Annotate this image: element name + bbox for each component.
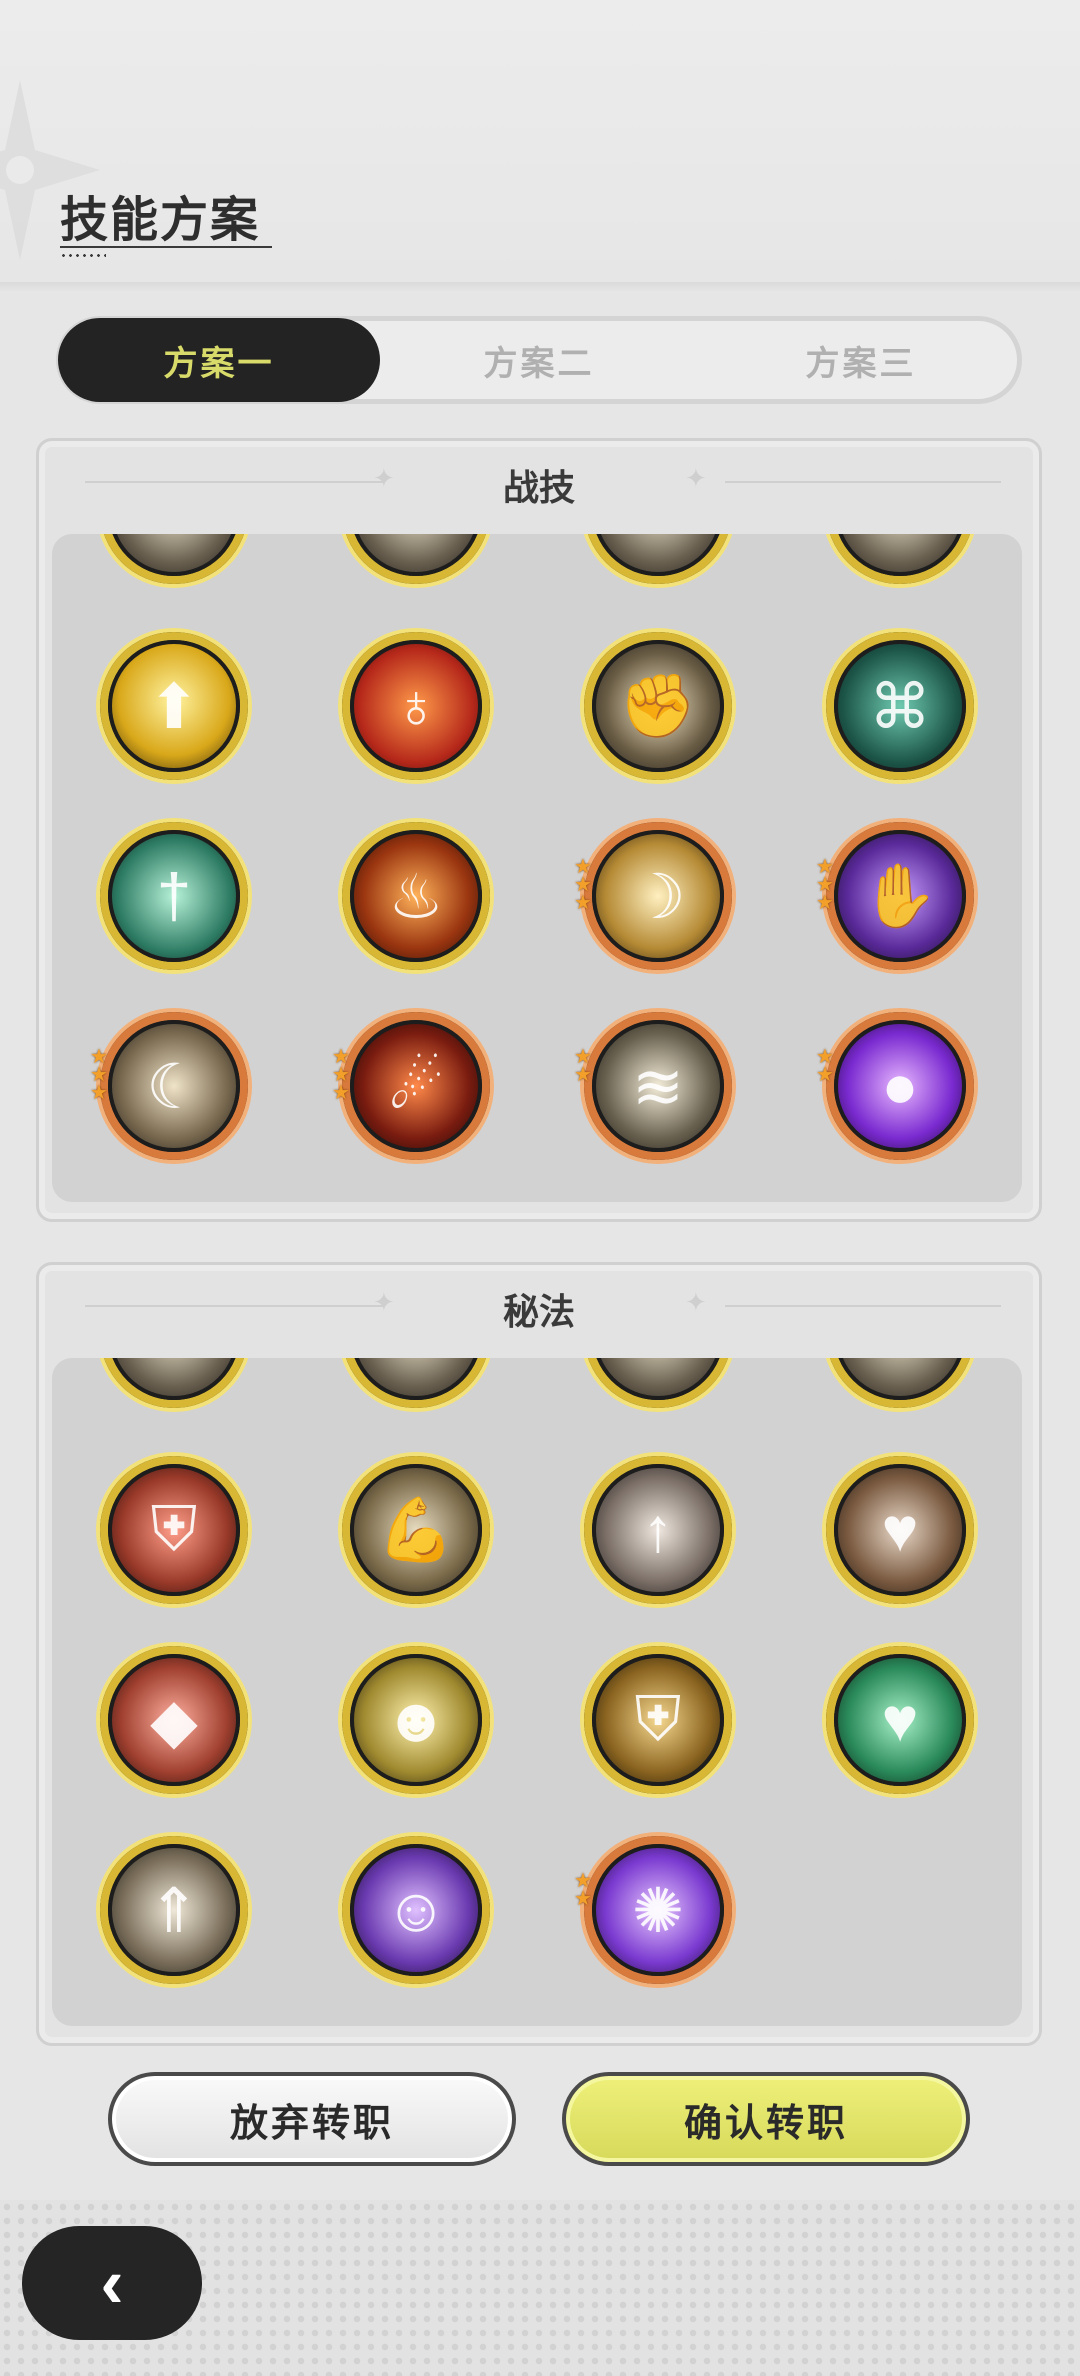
partial-skill-icon — [592, 534, 724, 576]
partial-skill-icon — [350, 1358, 482, 1400]
partial-skill-icon — [834, 534, 966, 576]
sword-boost-icon: ⇑ — [108, 1844, 240, 1976]
skill-slot[interactable]: ⛨ — [100, 1456, 248, 1604]
red-armor-icon: ⛨ — [108, 1464, 240, 1596]
purple-flame-orb-icon: ● — [834, 1020, 966, 1152]
section-title-secret: 秘法 — [502, 1291, 575, 1332]
skill-slot[interactable]: ✺ ★ ★ — [574, 1836, 732, 1984]
skill-slot[interactable] — [100, 1358, 248, 1408]
red-crescent-slash-icon: ☄ — [350, 1020, 482, 1152]
confirm-job-change-button[interactable]: 确认转职 — [562, 2072, 970, 2166]
skill-slot[interactable]: ♥ — [826, 1456, 974, 1604]
skill-slot[interactable]: ♥ — [826, 1646, 974, 1794]
section-title-combat: 战技 — [502, 467, 575, 508]
skill-slot[interactable]: ⇑ — [100, 1836, 248, 1984]
purple-orb-icon: ✺ — [592, 1844, 724, 1976]
rarity-stars-icon: ★ ★ — [574, 1046, 592, 1086]
thorn-sword-icon: ☾ — [108, 1020, 240, 1152]
skill-slot[interactable]: ◆ — [100, 1646, 248, 1794]
skill-slot[interactable]: † — [100, 822, 248, 970]
title-dots — [60, 254, 106, 257]
wind-slash-icon: ≋ — [592, 1020, 724, 1152]
skill-slot[interactable]: ≋ ★ ★ — [574, 1012, 732, 1160]
partial-skill-icon — [108, 534, 240, 576]
strike-impact-icon: ✊ — [592, 640, 724, 772]
glowing-figure-icon: ☻ — [350, 1654, 482, 1786]
rarity-stars-icon: ★ ★ — [816, 1046, 834, 1086]
golden-shield-buff-icon: ⬆ — [108, 640, 240, 772]
sparkle-icon: ✦ — [685, 463, 707, 493]
skill-slot[interactable]: ☽ ★ ★ ★ — [574, 822, 732, 970]
abandon-job-change-button[interactable]: 放弃转职 — [108, 2072, 516, 2166]
tab-scheme-1[interactable]: 方案一 — [58, 318, 380, 402]
skill-slot[interactable] — [826, 1358, 974, 1408]
partial-skill-icon — [834, 1358, 966, 1400]
back-button[interactable]: ‹ — [22, 2226, 202, 2340]
title-underline — [60, 246, 272, 248]
tab-scheme-3[interactable]: 方案三 — [700, 318, 1022, 402]
partial-skill-icon — [350, 534, 482, 576]
rarity-stars-icon: ★ ★ ★ — [816, 856, 834, 914]
heart-shield-icon: ♥ — [834, 1464, 966, 1596]
back-arrow-icon: ‹ — [100, 2244, 124, 2322]
tab-scheme-2[interactable]: 方案二 — [378, 318, 700, 402]
purple-claw-icon: ✋ — [834, 830, 966, 962]
skill-slot[interactable] — [826, 534, 974, 584]
skill-slot[interactable]: ⬆ — [100, 632, 248, 780]
skill-slot[interactable] — [342, 1358, 490, 1408]
rarity-stars-icon: ★ ★ ★ — [574, 856, 592, 914]
page-title: 技能方案 — [60, 194, 261, 247]
skill-slot[interactable]: ✋ ★ ★ ★ — [816, 822, 974, 970]
rarity-stars-icon: ★ ★ ★ — [332, 1046, 350, 1104]
flexed-arm-icon: 💪 — [350, 1464, 482, 1596]
skill-slot[interactable]: ☺ — [342, 1836, 490, 1984]
skill-slot[interactable]: ✊ — [584, 632, 732, 780]
skill-slot[interactable]: ⌘ — [826, 632, 974, 780]
red-crystal-icon: ◆ — [108, 1654, 240, 1786]
purple-figure-icon: ☺ — [350, 1844, 482, 1976]
skill-slot[interactable]: ♁ — [342, 632, 490, 780]
spider-web-icon: ⌘ — [834, 640, 966, 772]
skill-slot[interactable]: ↑ — [584, 1456, 732, 1604]
skill-slot[interactable]: ♨ — [342, 822, 490, 970]
skill-slot[interactable]: ● ★ ★ — [816, 1012, 974, 1160]
rarity-stars-icon: ★ ★ — [574, 1870, 592, 1910]
fire-emblem-icon: ♁ — [350, 640, 482, 772]
sword-burst-icon: † — [108, 830, 240, 962]
skill-slot[interactable]: ☾ ★ ★ ★ — [90, 1012, 248, 1160]
rarity-stars-icon: ★ ★ ★ — [90, 1046, 108, 1104]
skill-slot[interactable]: ☄ ★ ★ ★ — [332, 1012, 490, 1160]
skill-slot[interactable] — [342, 534, 490, 584]
partial-skill-icon — [108, 1358, 240, 1400]
sparkle-icon: ✦ — [685, 1287, 707, 1317]
skill-slot[interactable]: ⛨ — [584, 1646, 732, 1794]
partial-skill-icon — [592, 1358, 724, 1400]
skill-slot[interactable] — [584, 534, 732, 584]
skill-slot[interactable]: ☻ — [342, 1646, 490, 1794]
sword-up-icon: ↑ — [592, 1464, 724, 1596]
combat-skill-grid[interactable]: ⬆ ♁ ✊ ⌘ † ♨ ☽ ★ ★ ★ ✋ ★ ★ ★ ☾ ★ ★ ★ ☄ ★ ★ ★ ≋ ★ ★ ● ★ ★ — [52, 534, 1022, 1202]
skill-slot[interactable]: 💪 — [342, 1456, 490, 1604]
flame-circle-icon: ♨ — [350, 830, 482, 962]
skill-slot[interactable] — [584, 1358, 732, 1408]
skill-slot[interactable] — [100, 534, 248, 584]
secret-skill-grid[interactable]: ⛨ 💪 ↑ ♥ ◆ ☻ ⛨ ♥ ⇑ ☺ ✺ ★ ★ — [52, 1358, 1022, 2026]
green-heart-icon: ♥ — [834, 1654, 966, 1786]
sparkle-icon: ✦ — [373, 1287, 395, 1317]
sparkle-icon: ✦ — [373, 463, 395, 493]
golden-slash-icon: ☽ — [592, 830, 724, 962]
golden-armor-icon: ⛨ — [592, 1654, 724, 1786]
